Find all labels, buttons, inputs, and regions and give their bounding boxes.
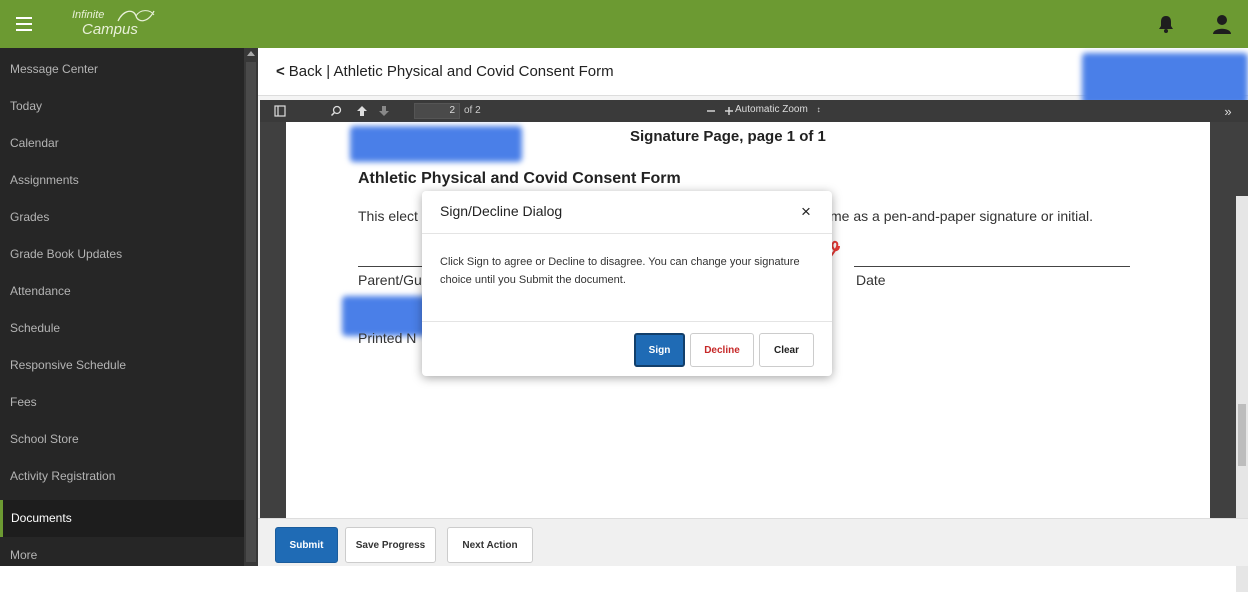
sidebar-item-fees[interactable]: Fees: [0, 384, 244, 421]
sidebar-item-grades[interactable]: Grades: [0, 199, 244, 236]
logo-swoosh-icon: [117, 10, 155, 22]
tools-menu-icon[interactable]: »: [1216, 103, 1240, 119]
notification-bell-icon[interactable]: [1155, 13, 1177, 35]
chevron-left-icon: <: [276, 63, 285, 80]
next-action-button[interactable]: Next Action: [447, 527, 533, 563]
zoom-out-icon[interactable]: [703, 103, 719, 119]
hamburger-menu-icon[interactable]: [0, 0, 48, 48]
date-line: [854, 266, 1130, 267]
previous-page-icon[interactable]: [354, 103, 370, 119]
sidebar-item-message-center[interactable]: Message Center: [0, 51, 244, 88]
redacted-region: [1082, 53, 1248, 105]
document-form-title: Athletic Physical and Covid Consent Form: [358, 170, 681, 187]
zoom-select[interactable]: Automatic Zoom ↕: [735, 104, 850, 118]
infinite-campus-logo: Infinite Campus: [66, 7, 176, 41]
sidebar-item-activity-registration[interactable]: Activity Registration: [0, 458, 244, 495]
printed-name-label: Printed N: [358, 330, 417, 346]
sidebar-toggle-icon[interactable]: [272, 103, 288, 119]
dialog-title: Sign/Decline Dialog: [440, 203, 563, 219]
back-link[interactable]: < Back | Athletic Physical and Covid Cons…: [276, 63, 614, 80]
save-progress-button[interactable]: Save Progress: [345, 527, 436, 563]
select-arrows-icon: ↕: [816, 105, 821, 114]
sidebar-item-calendar[interactable]: Calendar: [0, 125, 244, 162]
document-scrollbar-thumb[interactable]: [1238, 404, 1246, 466]
sidebar-item-schedule[interactable]: Schedule: [0, 310, 244, 347]
dialog-body-text: Click Sign to agree or Decline to disagr…: [440, 256, 800, 286]
sidebar-scrollbar-thumb[interactable]: [246, 62, 256, 562]
sidebar-item-documents[interactable]: Documents: [0, 500, 244, 537]
sidebar-item-assignments[interactable]: Assignments: [0, 162, 244, 199]
sidebar-item-today[interactable]: Today: [0, 88, 244, 125]
document-text-right: me as a pen-and-paper signature or initi…: [830, 208, 1094, 224]
sidebar-item-school-store[interactable]: School Store: [0, 421, 244, 458]
user-profile-icon[interactable]: [1210, 12, 1234, 36]
page-number-input[interactable]: 2: [414, 103, 460, 119]
close-icon[interactable]: ×: [794, 199, 818, 225]
top-bar: Infinite Campus: [0, 0, 1248, 48]
footer-action-bar: Submit Save Progress Next Action: [258, 518, 1248, 566]
decline-button[interactable]: Decline: [690, 333, 754, 367]
sidebar-item-more[interactable]: More: [0, 537, 244, 574]
document-text-left: This elect: [358, 208, 418, 224]
sidebar-nav: Message Center Today Calendar Assignment…: [0, 48, 258, 566]
scroll-up-arrow-icon[interactable]: [247, 51, 255, 56]
redacted-region: [350, 126, 522, 162]
sidebar-item-grade-book-updates[interactable]: Grade Book Updates: [0, 236, 244, 273]
dialog-header: Sign/Decline Dialog ×: [422, 191, 832, 234]
submit-button[interactable]: Submit: [275, 527, 338, 563]
dialog-footer: Sign Decline Clear: [422, 321, 832, 376]
sidebar-item-responsive-schedule[interactable]: Responsive Schedule: [0, 347, 244, 384]
sidebar-scrollbar[interactable]: [244, 48, 258, 566]
signature-label: Parent/Gu: [358, 272, 422, 288]
pdf-viewer-toolbar: 2 of 2 Automatic Zoom ↕ »: [260, 100, 1248, 122]
next-page-icon[interactable]: [376, 103, 392, 119]
sidebar-item-attendance[interactable]: Attendance: [0, 273, 244, 310]
clear-button[interactable]: Clear: [759, 333, 814, 367]
sign-decline-dialog: Sign/Decline Dialog × Click Sign to agre…: [422, 191, 832, 376]
search-icon[interactable]: [328, 103, 344, 119]
page-count-label: of 2: [464, 105, 481, 116]
logo-text-infinite: Infinite: [72, 9, 105, 21]
document-page-heading: Signature Page, page 1 of 1: [630, 128, 826, 145]
zoom-select-value: Automatic Zoom: [735, 104, 808, 115]
back-link-label: Back | Athletic Physical and Covid Conse…: [288, 63, 614, 80]
date-label: Date: [856, 272, 886, 288]
sign-button[interactable]: Sign: [634, 333, 685, 367]
